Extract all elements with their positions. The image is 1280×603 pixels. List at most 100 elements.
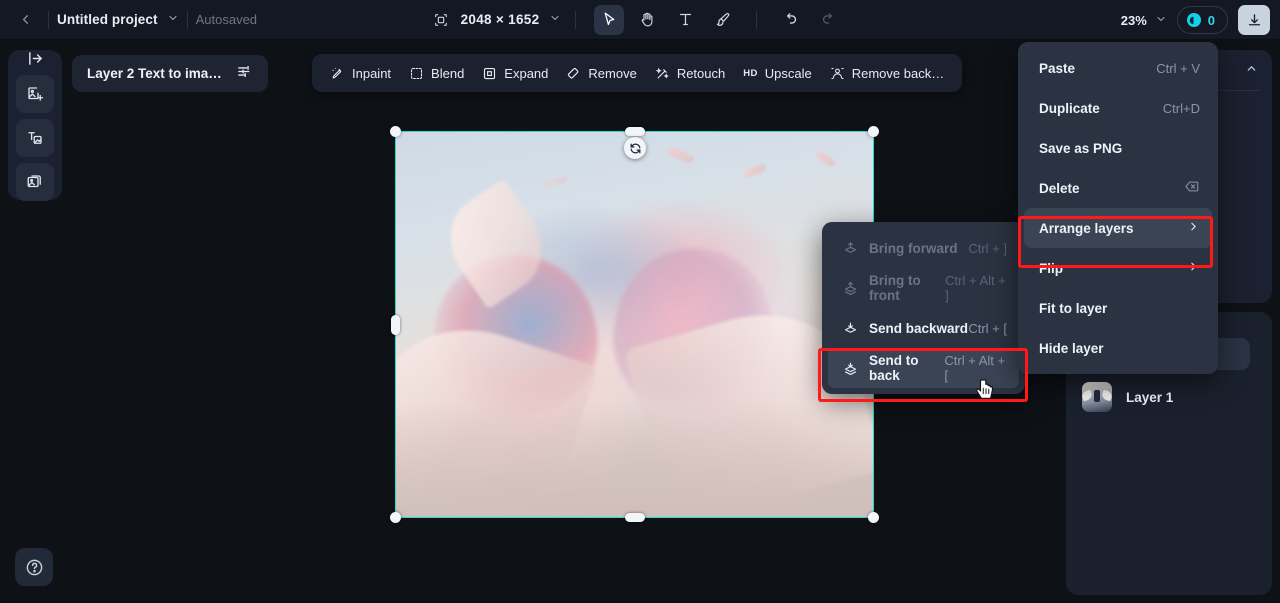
menu-label-paste: Paste <box>1039 60 1076 76</box>
retouch-label: Retouch <box>676 65 726 81</box>
expand-button[interactable]: Expand <box>474 60 556 87</box>
resize-handle-top-right[interactable] <box>868 126 879 137</box>
credit-coin-icon <box>1186 13 1201 27</box>
menu-label-bring-forward: Bring forward <box>869 240 958 256</box>
menu-shortcut-bring-to-front: Ctrl + Alt + ] <box>945 273 1006 303</box>
bring-to-front-icon <box>843 281 858 296</box>
topbar-center-group: 2048 × 1652 <box>0 4 1280 35</box>
top-bar: Untitled project Autosaved 2048 × 1652 2… <box>0 0 1280 40</box>
selected-layer-label: Layer 2 Text to ima… <box>87 66 222 81</box>
annotation-box-arrange-layers <box>1018 216 1213 268</box>
topbar-divider-2 <box>186 10 188 29</box>
menu-shortcut-paste: Ctrl + V <box>1156 60 1200 76</box>
menu-label-delete: Delete <box>1039 180 1080 196</box>
sliders-icon[interactable] <box>236 63 253 85</box>
inpaint-button[interactable]: Inpaint <box>322 60 399 87</box>
remove-background-icon <box>830 66 845 81</box>
chevron-down-icon[interactable] <box>167 12 179 27</box>
menu-item-bring-to-front[interactable]: Bring to front Ctrl + Alt + ] <box>828 268 1019 308</box>
remove-background-label: Remove back… <box>851 65 945 81</box>
menu-label-hide-layer: Hide layer <box>1039 340 1104 356</box>
selected-layer-chip[interactable]: Layer 2 Text to ima… <box>72 55 268 92</box>
hd-icon: HD <box>743 67 758 79</box>
remove-label: Remove <box>588 65 637 81</box>
zoom-level-label: 23% <box>1120 12 1147 28</box>
menu-label-bring-to-front: Bring to front <box>869 273 921 303</box>
select-tool[interactable] <box>594 4 625 35</box>
menu-label-send-backward: Send backward <box>869 320 969 336</box>
canvas-size-icon[interactable] <box>433 12 449 28</box>
layer-context-menu: Paste Ctrl + V Duplicate Ctrl+D Save as … <box>1018 42 1218 374</box>
menu-item-delete[interactable]: Delete <box>1024 168 1212 208</box>
canvas-artwork <box>396 132 873 517</box>
remove-button[interactable]: Remove <box>558 60 644 87</box>
menu-shortcut-bring-forward: Ctrl + ] <box>968 240 1007 256</box>
chevron-up-icon[interactable] <box>1245 62 1258 78</box>
zoom-control[interactable]: 23% <box>1121 13 1167 28</box>
resize-handle-top[interactable] <box>624 127 645 136</box>
canvas-dimensions: 2048 × 1652 <box>460 12 540 27</box>
chevron-down-icon[interactable] <box>549 12 561 27</box>
blend-icon <box>409 66 424 81</box>
layer-name-label: Layer 1 <box>1126 389 1174 405</box>
project-title[interactable]: Untitled project <box>57 12 158 27</box>
resize-handle-bottom-left[interactable] <box>390 512 401 523</box>
layer-thumbnail <box>1082 382 1112 412</box>
menu-shortcut-duplicate: Ctrl+D <box>1162 100 1200 116</box>
download-icon[interactable] <box>1238 5 1270 35</box>
inpaint-icon <box>330 66 345 81</box>
layer-list-item[interactable]: Layer 1 <box>1082 382 1173 412</box>
menu-label-duplicate: Duplicate <box>1039 100 1100 116</box>
menu-item-fit-to-layer[interactable]: Fit to layer <box>1024 288 1212 328</box>
mouse-cursor <box>975 378 997 409</box>
menu-shortcut-send-backward: Ctrl + [ <box>968 320 1007 336</box>
bring-forward-icon <box>843 241 858 256</box>
menu-item-hide-layer[interactable]: Hide layer <box>1024 328 1212 368</box>
hand-tool[interactable] <box>632 5 662 35</box>
menu-label-save-as-png: Save as PNG <box>1039 140 1123 156</box>
menu-item-send-backward[interactable]: Send backward Ctrl + [ <box>828 308 1019 348</box>
image-actions-toolbar: Inpaint Blend Expand Remove Retouch HD U… <box>312 54 963 92</box>
topbar-right-group: 23% 0 <box>1121 0 1270 40</box>
panel-expand-icon[interactable] <box>8 50 62 67</box>
retouch-button[interactable]: Retouch <box>647 60 733 87</box>
help-circle-icon[interactable] <box>15 548 53 586</box>
upscale-button[interactable]: HD Upscale <box>735 60 820 87</box>
credits-count: 0 <box>1207 12 1215 28</box>
brush-tool[interactable] <box>708 5 738 35</box>
image-editor-app: History Layer 1 <box>0 0 1280 603</box>
resize-handle-bottom-right[interactable] <box>868 512 879 523</box>
topbar-divider-1 <box>48 10 49 29</box>
text-tool[interactable] <box>670 5 700 35</box>
rotate-icon[interactable] <box>624 137 646 159</box>
text-to-image-icon[interactable] <box>16 119 54 157</box>
topbar-divider-3 <box>575 10 577 29</box>
image-stack-icon[interactable] <box>16 163 54 201</box>
expand-icon <box>482 66 497 81</box>
resize-handle-bottom[interactable] <box>624 513 645 522</box>
menu-label-fit-to-layer: Fit to layer <box>1039 300 1108 316</box>
inpaint-label: Inpaint <box>352 65 392 81</box>
autosaved-status: Autosaved <box>195 12 258 27</box>
blend-label: Blend <box>431 65 465 81</box>
redo-arrow-icon[interactable] <box>813 5 843 35</box>
menu-item-duplicate[interactable]: Duplicate Ctrl+D <box>1024 88 1212 128</box>
menu-item-save-as-png[interactable]: Save as PNG <box>1024 128 1212 168</box>
backspace-icon <box>1183 179 1200 197</box>
remove-background-button[interactable]: Remove back… <box>822 60 952 87</box>
chevron-down-icon[interactable] <box>1155 13 1167 28</box>
retouch-wand-icon <box>655 66 670 81</box>
selected-layer-selection-box[interactable] <box>390 126 879 523</box>
resize-handle-left[interactable] <box>391 314 400 335</box>
menu-item-bring-forward[interactable]: Bring forward Ctrl + ] <box>828 228 1019 268</box>
undo-arrow-icon[interactable] <box>775 5 805 35</box>
menu-item-paste[interactable]: Paste Ctrl + V <box>1024 48 1212 88</box>
upscale-label: Upscale <box>764 65 812 81</box>
resize-handle-top-left[interactable] <box>390 126 401 137</box>
send-backward-icon <box>843 321 858 336</box>
blend-button[interactable]: Blend <box>401 60 472 87</box>
chevron-left-icon[interactable] <box>10 5 40 35</box>
add-image-icon[interactable] <box>16 75 54 113</box>
expand-label: Expand <box>504 65 549 81</box>
credits-badge[interactable]: 0 <box>1176 6 1228 34</box>
